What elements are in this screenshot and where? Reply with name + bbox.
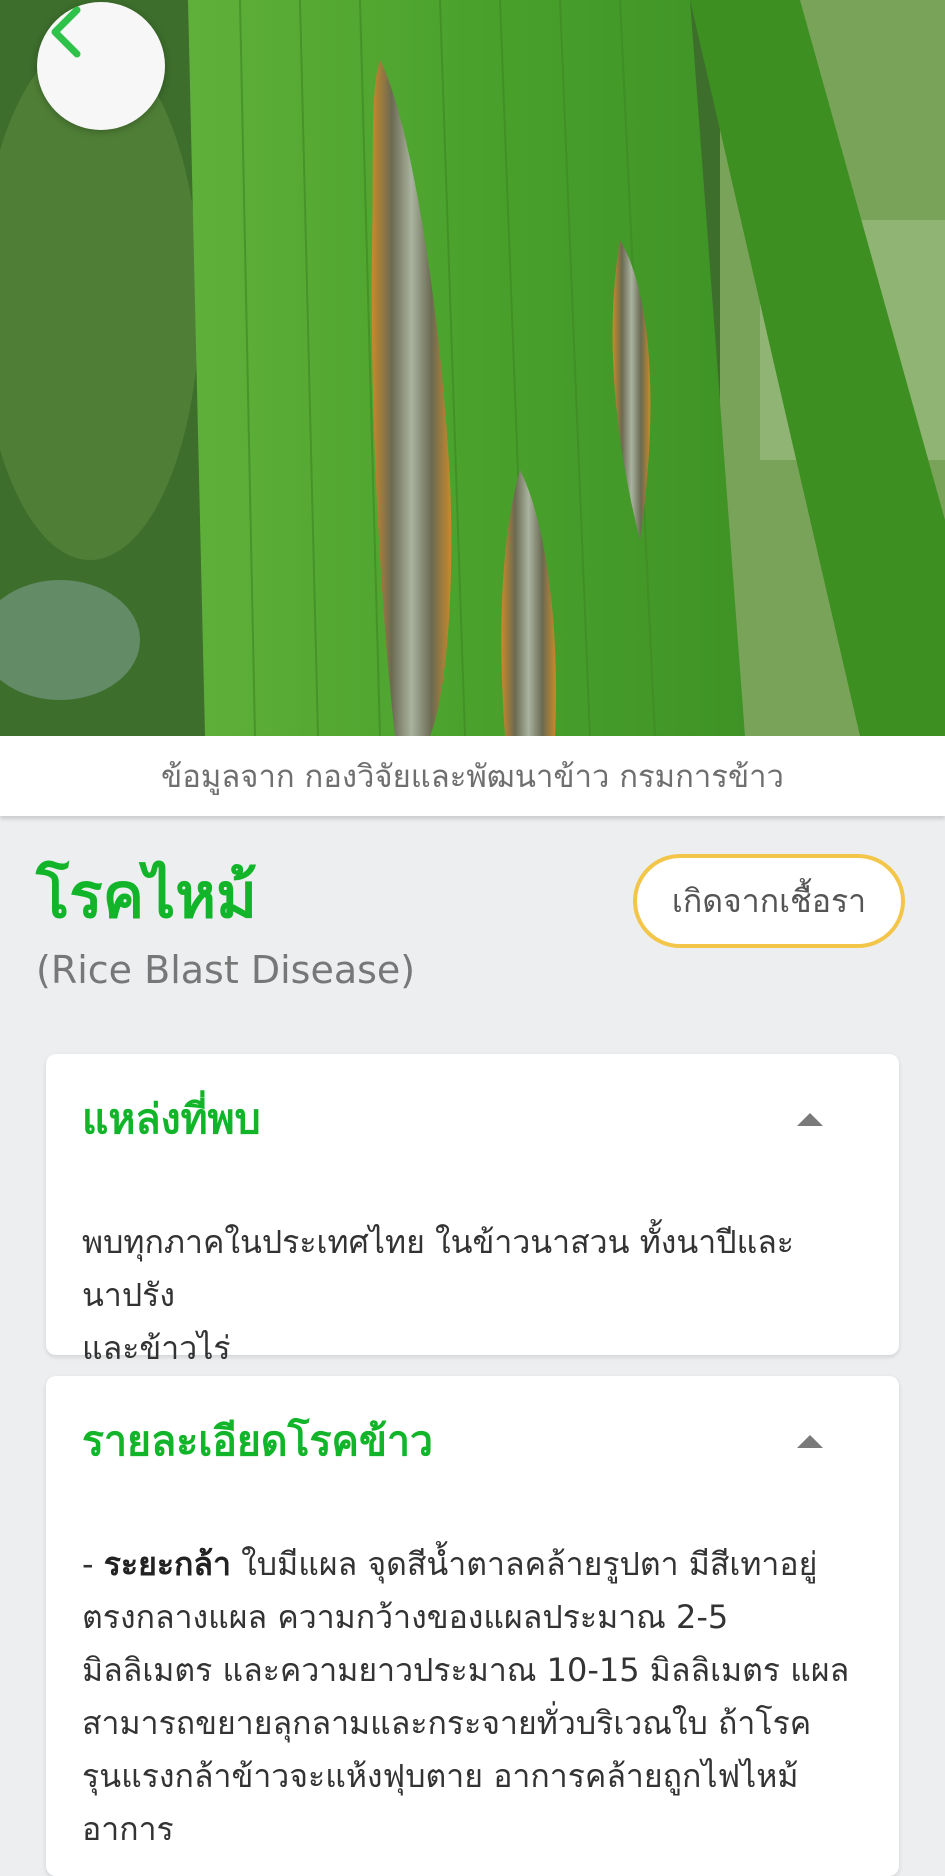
- stage-label: ระยะกล้า: [103, 1545, 231, 1583]
- disease-photo: [0, 0, 945, 736]
- section-header-details[interactable]: รายละเอียดโรคข้าว: [82, 1406, 863, 1476]
- section-card-location: แหล่งที่พบ พบทุกภาคในประเทศไทย ในข้าวนาส…: [46, 1054, 899, 1367]
- chevron-left-icon: [51, 6, 81, 58]
- section-title: รายละเอียดโรคข้าว: [82, 1416, 434, 1465]
- body-line: รุนแรงกล้าข้าวจะแห้งฟุบตาย อาการคล้ายถูก…: [82, 1757, 799, 1795]
- collapse-caret-icon[interactable]: [797, 1434, 823, 1448]
- body-line: และข้าวไร่: [82, 1329, 231, 1367]
- cause-badge: เกิดจากเชื้อรา: [633, 854, 905, 948]
- disease-name-th: โรคไหม้: [36, 859, 257, 932]
- source-credit: ข้อมูลจาก กองวิจัยและพัฒนาข้าว กรมการข้า…: [0, 736, 945, 816]
- body-line: มิลลิเมตร และความยาวประมาณ 10-15 มิลลิเม…: [82, 1651, 850, 1689]
- section-body: พบทุกภาคในประเทศไทย ในข้าวนาสวน ทั้งนาปี…: [82, 1216, 863, 1375]
- collapse-caret-icon[interactable]: [797, 1112, 823, 1126]
- body-line: พบทุกภาคในประเทศไทย ในข้าวนาสวน ทั้งนาปี…: [82, 1223, 794, 1314]
- back-button[interactable]: [37, 2, 165, 130]
- body-line: สามารถขยายลุกลามและกระจายทั่วบริเวณใบ ถ้…: [82, 1704, 812, 1742]
- body-line: - ระยะกล้า ใบมีแผล จุดสีน้ำตาลคล้ายรูปตา…: [82, 1545, 818, 1583]
- disease-name-en: (Rice Blast Disease): [36, 948, 416, 992]
- section-body: - ระยะกล้า ใบมีแผล จุดสีน้ำตาลคล้ายรูปตา…: [82, 1538, 863, 1856]
- section-header-location[interactable]: แหล่งที่พบ: [82, 1084, 863, 1154]
- section-title: แหล่งที่พบ: [82, 1094, 261, 1143]
- body-line: ตรงกลางแผล ความกว้างของแผลประมาณ 2-5: [82, 1598, 729, 1636]
- section-card-details: รายละเอียดโรคข้าว - ระยะกล้า ใบมีแผล จุด…: [46, 1376, 899, 1876]
- body-line: อาการ: [82, 1810, 174, 1848]
